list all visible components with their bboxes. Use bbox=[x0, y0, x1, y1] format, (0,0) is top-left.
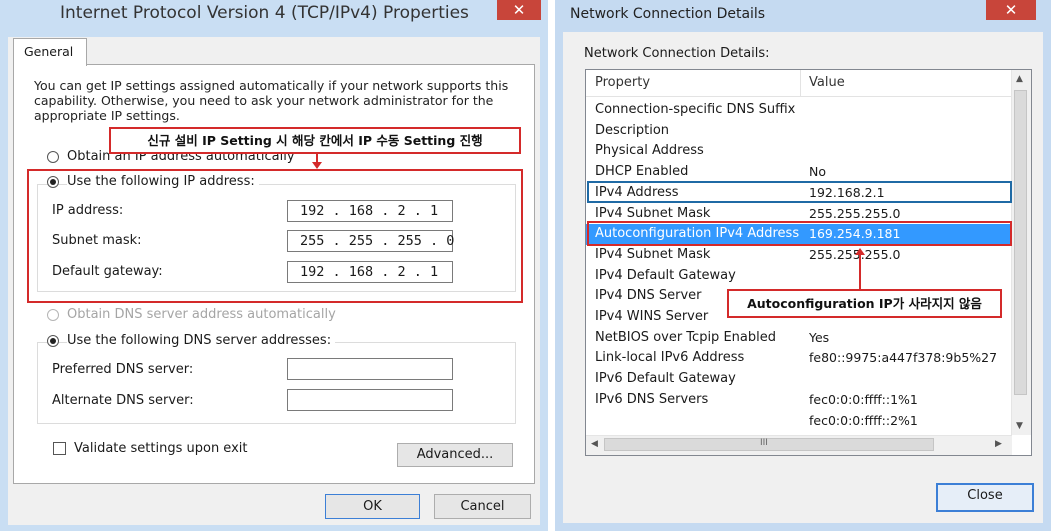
table-row[interactable]: IPv6 Default Gateway bbox=[586, 369, 1012, 390]
ok-button[interactable]: OK bbox=[325, 494, 420, 519]
validate-settings-label[interactable]: Validate settings upon exit bbox=[74, 441, 247, 456]
table-row[interactable]: NetBIOS over Tcpip Enabled Yes bbox=[586, 328, 1012, 349]
annotation-arrowhead bbox=[312, 162, 322, 169]
ipv4-properties-window: Internet Protocol Version 4 (TCP/IPv4) P… bbox=[0, 0, 548, 531]
close-button[interactable]: Close bbox=[936, 483, 1034, 512]
row-property: IPv6 DNS Servers bbox=[595, 391, 709, 407]
scroll-down-icon[interactable]: ▼ bbox=[1016, 421, 1023, 431]
annotation-autoconfig-note: Autoconfiguration IP가 사라지지 않음 bbox=[727, 289, 1002, 318]
row-property: IPv4 WINS Server bbox=[595, 309, 709, 324]
details-list[interactable]: Property Value Connection-specific DNS S… bbox=[585, 69, 1032, 456]
table-row[interactable]: Physical Address bbox=[586, 141, 1012, 162]
close-window-button[interactable]: ✕ bbox=[986, 0, 1036, 20]
table-row[interactable]: Description bbox=[586, 121, 1012, 142]
preferred-dns-input[interactable] bbox=[287, 358, 453, 380]
tab-general[interactable]: General bbox=[13, 38, 87, 66]
network-connection-details-window: Network Connection Details ✕ Network Con… bbox=[555, 0, 1051, 531]
table-row[interactable]: DHCP Enabled No bbox=[586, 162, 1012, 183]
row-value: fe80::9975:a447f378:9b5%27 bbox=[809, 350, 998, 366]
scroll-left-icon[interactable]: ◀ bbox=[591, 439, 598, 449]
table-row[interactable]: Connection-specific DNS Suffix bbox=[586, 100, 1012, 121]
row-property: Link-local IPv6 Address bbox=[595, 350, 745, 366]
manual-ip-highlight bbox=[27, 169, 523, 303]
scroll-grip-icon: III bbox=[760, 438, 768, 448]
window-title: Network Connection Details bbox=[570, 6, 766, 22]
row-property: IPv4 Subnet Mask bbox=[595, 205, 711, 221]
table-row[interactable]: IPv4 Subnet Mask 255.255.255.0 bbox=[586, 245, 1012, 266]
row-property: Physical Address bbox=[595, 143, 704, 159]
table-row[interactable]: IPv6 DNS Servers fec0:0:0:ffff::1%1 bbox=[586, 390, 1012, 411]
row-value: 255.255.255.0 bbox=[809, 205, 901, 221]
autoconfig-highlight bbox=[587, 221, 1012, 246]
scroll-up-icon[interactable]: ▲ bbox=[1016, 74, 1023, 84]
row-property: IPv4 DNS Server bbox=[595, 288, 702, 304]
row-property: IPv6 Default Gateway bbox=[595, 371, 736, 387]
annotation-manual-ip-note: 신규 설비 IP Setting 시 해당 칸에서 IP 수동 Setting … bbox=[109, 127, 521, 154]
table-row[interactable]: Link-local IPv6 Address fe80::9975:a447f3… bbox=[586, 348, 1012, 369]
intro-text: You can get IP settings assigned automat… bbox=[34, 78, 509, 123]
manual-dns-group bbox=[37, 342, 516, 424]
row-value: Yes bbox=[809, 329, 830, 345]
header-separator[interactable] bbox=[800, 70, 801, 96]
close-window-button[interactable]: ✕ bbox=[497, 0, 541, 20]
ipv4-address-highlight bbox=[587, 181, 1012, 203]
row-property: NetBIOS over Tcpip Enabled bbox=[595, 329, 776, 345]
horizontal-scroll-thumb[interactable] bbox=[604, 438, 934, 451]
preferred-dns-label: Preferred DNS server: bbox=[52, 362, 194, 377]
row-property: DHCP Enabled bbox=[595, 164, 689, 180]
vertical-scroll-thumb[interactable] bbox=[1014, 90, 1027, 395]
table-row[interactable]: fec0:0:0:ffff::2%1 bbox=[586, 411, 1012, 432]
radio-use-following-dns-label[interactable]: Use the following DNS server addresses: bbox=[67, 333, 336, 348]
close-button-label: Close bbox=[967, 488, 1003, 503]
column-property[interactable]: Property bbox=[595, 75, 650, 90]
column-value[interactable]: Value bbox=[809, 75, 845, 90]
row-property: IPv4 Default Gateway bbox=[595, 267, 736, 283]
list-header: Property Value bbox=[586, 70, 1012, 97]
radio-obtain-dns-label[interactable]: Obtain DNS server address automatically bbox=[67, 307, 336, 322]
radio-use-following-dns[interactable] bbox=[47, 335, 59, 347]
table-row[interactable]: IPv4 Default Gateway bbox=[586, 266, 1012, 287]
tab-general-label: General bbox=[24, 44, 74, 59]
scroll-right-icon[interactable]: ▶ bbox=[995, 439, 1002, 449]
row-value: fec0:0:0:ffff::2%1 bbox=[809, 412, 918, 428]
row-value: No bbox=[809, 164, 826, 180]
details-label: Network Connection Details: bbox=[584, 46, 770, 61]
advanced-button[interactable]: Advanced... bbox=[397, 443, 513, 467]
row-property: Connection-specific DNS Suffix bbox=[595, 102, 796, 117]
annotation-arrow bbox=[859, 254, 861, 289]
alternate-dns-label: Alternate DNS server: bbox=[52, 393, 194, 408]
row-value: fec0:0:0:ffff::1%1 bbox=[809, 391, 918, 407]
row-property: Description bbox=[595, 122, 670, 138]
radio-obtain-dns-automatically[interactable] bbox=[47, 309, 59, 321]
window-title: Internet Protocol Version 4 (TCP/IPv4) P… bbox=[60, 3, 469, 23]
cancel-button[interactable]: Cancel bbox=[434, 494, 531, 519]
radio-obtain-ip-automatically[interactable] bbox=[47, 151, 59, 163]
validate-settings-checkbox[interactable] bbox=[53, 442, 66, 455]
alternate-dns-input[interactable] bbox=[287, 389, 453, 411]
row-property: IPv4 Subnet Mask bbox=[595, 246, 711, 262]
